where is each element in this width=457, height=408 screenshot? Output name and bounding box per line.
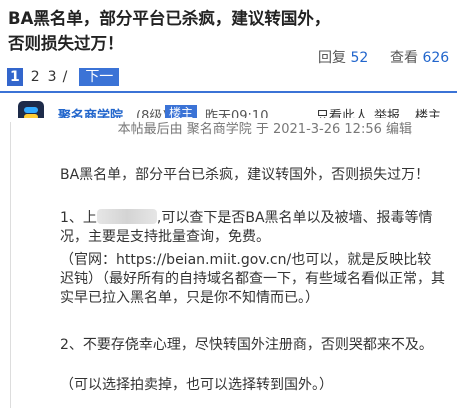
post-paragraph-5: （可以选择拍卖掉，也可以选择转到国外。） <box>60 377 333 393</box>
pagination: 1 2 3 / 下一 <box>7 67 120 87</box>
view-label: 查看 <box>390 50 418 66</box>
paragraph-2-prefix: 1、上 <box>60 210 97 226</box>
post-left-rule <box>10 122 11 408</box>
thread-title: BA黑名单，部分平台已杀疯，建议转国外，否则损失过万！ <box>8 9 331 53</box>
reply-count: 52 <box>350 50 369 66</box>
reply-label: 回复 <box>318 50 346 66</box>
redacted-text <box>96 209 157 224</box>
view-stat: 查看 626 <box>390 47 449 67</box>
page-slash: / <box>62 69 68 85</box>
post-paragraph-2: 1、上 ,可以查下是否BA黑名单以及被墙、报毒等情况，主要是支持批量查询，免费。 <box>60 209 445 247</box>
next-page-button[interactable]: 下一 <box>79 68 120 86</box>
reply-stat: 回复 52 <box>318 47 368 67</box>
page-3-link[interactable]: 3 <box>48 69 57 85</box>
avatar-logo-top <box>24 107 38 113</box>
page-2-link[interactable]: 2 <box>31 69 40 85</box>
post-paragraph-1: BA黑名单，部分平台已杀疯，建议转国外，否则损失过万！ <box>60 167 430 183</box>
view-count: 626 <box>422 50 450 66</box>
page-1-current[interactable]: 1 <box>7 68 23 86</box>
post-paragraph-4: 2、不要存侥幸心理，尽快转国外注册商，否则哭都来不及。 <box>60 337 433 353</box>
post-paragraph-3: （官网：https://beian.miit.gov.cn/也可以，就是反映比较… <box>60 252 445 306</box>
edit-note: 本帖最后由 聚名商学院 于 2021-3-26 12:56 编辑 <box>0 118 457 142</box>
